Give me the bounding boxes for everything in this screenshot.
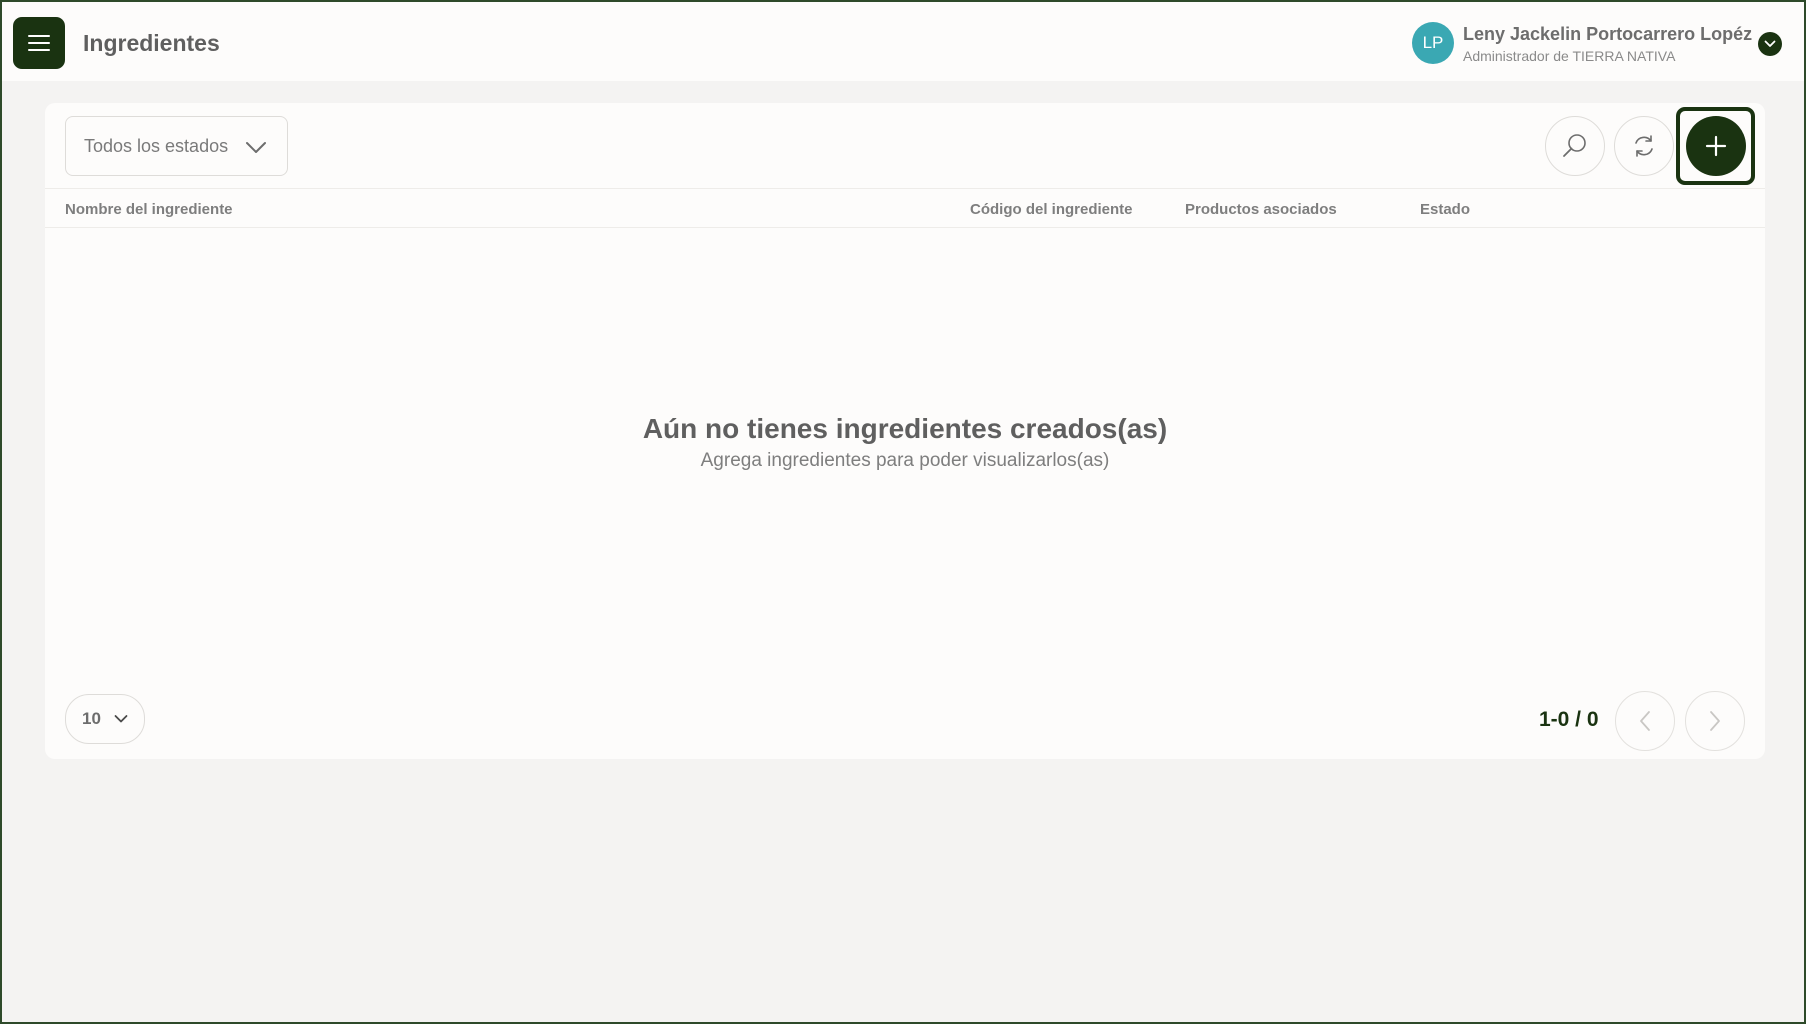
hamburger-menu-icon xyxy=(28,35,50,51)
refresh-button[interactable] xyxy=(1614,116,1674,176)
avatar[interactable]: LP xyxy=(1412,22,1454,64)
add-button-circle xyxy=(1686,116,1746,176)
menu-button[interactable] xyxy=(13,17,65,69)
status-filter-select[interactable]: Todos los estados xyxy=(65,116,288,176)
search-icon xyxy=(1563,134,1586,157)
top-bar: Ingredientes LP Leny Jackelin Portocarre… xyxy=(2,2,1804,81)
add-ingredient-button[interactable] xyxy=(1676,107,1755,185)
chevron-left-icon xyxy=(1640,711,1650,731)
app-frame: Ingredientes LP Leny Jackelin Portocarre… xyxy=(0,0,1806,1024)
user-menu-button[interactable] xyxy=(1758,32,1782,56)
page-title: Ingredientes xyxy=(83,30,220,56)
next-page-button[interactable] xyxy=(1685,691,1745,751)
pagination-range: 1-0 / 0 xyxy=(1539,708,1599,731)
status-filter-value: Todos los estados xyxy=(84,135,229,156)
empty-state-subtitle: Agrega ingredientes para poder visualiza… xyxy=(700,450,1110,471)
refresh-icon xyxy=(1635,135,1653,157)
plus-icon xyxy=(1705,135,1727,157)
previous-page-button[interactable] xyxy=(1615,691,1675,751)
user-name: Leny Jackelin Portocarrero Lopéz xyxy=(1463,24,1753,44)
search-button[interactable] xyxy=(1545,116,1605,176)
column-header-code[interactable]: Código del ingrediente xyxy=(970,201,1133,218)
column-header-products[interactable]: Productos asociados xyxy=(1185,201,1337,218)
chevron-down-icon xyxy=(1764,40,1776,47)
column-header-name[interactable]: Nombre del ingrediente xyxy=(65,201,233,218)
column-header-status[interactable]: Estado xyxy=(1420,201,1470,218)
chevron-down-icon xyxy=(114,715,128,723)
page-size-value: 10 xyxy=(82,709,101,728)
ingredients-card: Todos los estados Nombre del ingrediente… xyxy=(45,103,1765,759)
chevron-right-icon xyxy=(1710,711,1720,731)
user-role: Administrador de TIERRA NATIVA xyxy=(1463,48,1676,64)
page-size-select[interactable]: 10 xyxy=(65,694,145,744)
chevron-down-icon xyxy=(246,142,266,153)
empty-state-title: Aún no tienes ingredientes creados(as) xyxy=(642,413,1168,444)
table-header: Nombre del ingrediente Código del ingred… xyxy=(45,189,1765,228)
